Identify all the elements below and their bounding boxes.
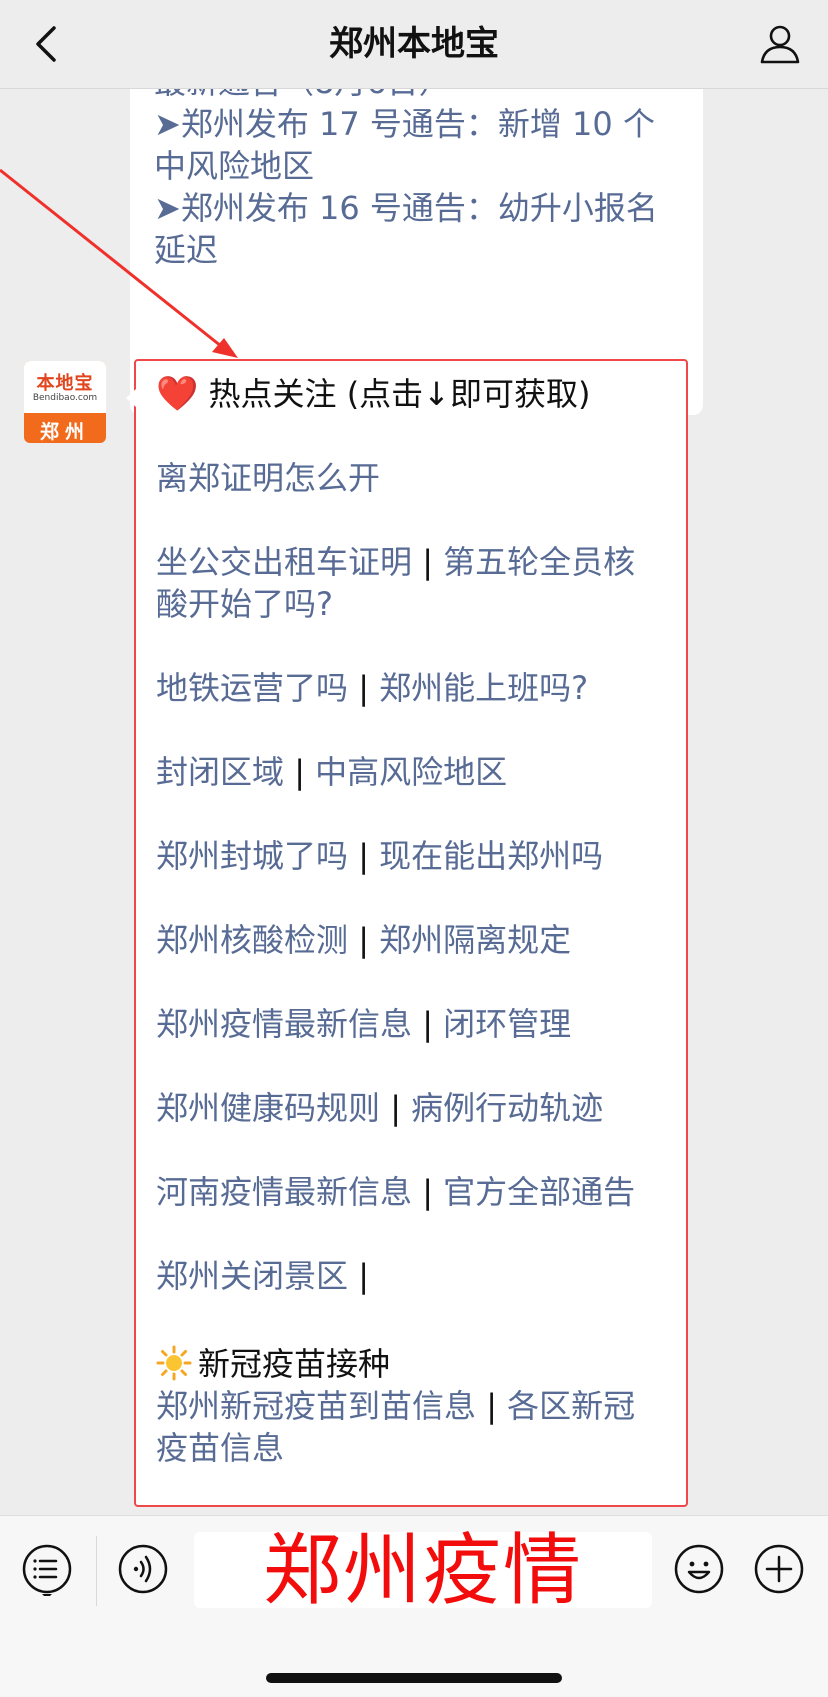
link[interactable]: 河南疫情最新信息 [156,1173,412,1211]
list-item: 郑州疫情最新信息 | 闭环管理 [156,1003,668,1045]
separator: | [348,1257,369,1295]
separator: | [476,1387,508,1425]
message-input[interactable]: 郑州疫情 [194,1526,652,1616]
avatar-domain: Bendibao.com [32,393,98,403]
list-item: 郑州健康码规则 | 病例行动轨迹 [156,1087,668,1129]
prev-line[interactable]: 最新通告（8月6日） [154,89,683,103]
home-indicator [266,1673,562,1683]
vaccine-heading-text: 新冠疫苗接种 [198,1345,391,1383]
link[interactable]: 病例行动轨迹 [411,1089,603,1127]
bottom-input-bar: 郑州疫情 [0,1515,828,1697]
menu-list-icon[interactable] [20,1542,74,1596]
link[interactable]: 郑州核酸检测 [156,921,348,959]
link[interactable]: 第五轮全员核 [443,543,635,581]
link[interactable]: 现在能出郑州吗 [379,837,603,875]
vaccine-heading: 新冠疫苗接种 [156,1339,668,1385]
list-item: 坐公交出租车证明 | 第五轮全员核 [156,541,668,583]
separator: | [284,753,316,791]
link[interactable]: 闭环管理 [443,1005,571,1043]
list-item: 郑州封城了吗 | 现在能出郑州吗 [156,835,668,877]
link[interactable]: 郑州关闭景区 [156,1257,348,1295]
link[interactable]: 坐公交出租车证明 [156,543,412,581]
heart-icon: ❤️ [156,374,199,414]
link[interactable]: 各区新冠 [507,1387,635,1425]
plus-icon[interactable] [752,1542,806,1596]
list-item: 封闭区域 | 中高风险地区 [156,751,668,793]
separator: | [412,1005,444,1043]
list-item: 离郑证明怎么开 [156,457,668,499]
separator: | [412,543,444,581]
hot-heading: ❤️ 热点关注 (点击↓即可获取) [156,373,668,415]
link[interactable]: 酸开始了吗? [156,585,333,623]
user-icon[interactable] [758,22,802,66]
link[interactable]: 疫苗信息 [156,1429,284,1467]
link[interactable]: 郑州隔离规定 [379,921,571,959]
avatar-brand: 本地宝 [36,373,94,394]
link[interactable]: 郑州能上班吗? [379,669,588,707]
separator: | [348,669,380,707]
page-title: 郑州本地宝 [329,24,499,64]
list-item: 郑州关闭景区 | [156,1255,668,1297]
link[interactable]: 官方全部通告 [443,1173,635,1211]
separator: | [380,1089,412,1127]
link[interactable]: 郑州健康码规则 [156,1089,380,1127]
link[interactable]: 地铁运营了吗 [156,669,348,707]
top-nav-bar: 郑州本地宝 [0,0,828,89]
separator: | [348,921,380,959]
list-item: 郑州新冠疫苗到苗信息 | 各区新冠 [156,1385,668,1427]
link[interactable]: 封闭区域 [156,753,284,791]
avatar-city: 郑州 [39,421,90,443]
emoji-icon[interactable] [672,1542,726,1596]
link[interactable]: 郑州封城了吗 [156,837,348,875]
link[interactable]: 郑州新冠疫苗到苗信息 [156,1387,476,1425]
voice-icon[interactable] [116,1542,170,1596]
prev-line[interactable]: ➤郑州发布 17 号通告：新增 10 个 [154,103,683,145]
link[interactable]: 离郑证明怎么开 [156,459,380,497]
list-item: 郑州核酸检测 | 郑州隔离规定 [156,919,668,961]
red-arrow-annotation [0,168,238,358]
separator: | [412,1173,444,1211]
hot-topics-bubble: ❤️ 热点关注 (点击↓即可获取) 离郑证明怎么开 坐公交出租车证明 | 第五轮… [126,359,688,1507]
list-item: 地铁运营了吗 | 郑州能上班吗? [156,667,668,709]
hot-heading-text: 热点关注 (点击↓即可获取) [208,375,591,413]
sun-icon [156,1345,192,1381]
avatar[interactable]: 本地宝 Bendibao.com 郑州 [24,361,106,443]
separator: | [348,837,380,875]
link[interactable]: 中高风险地区 [315,753,507,791]
message-input-value: 郑州疫情 [262,1526,583,1616]
link[interactable]: 郑州疫情最新信息 [156,1005,412,1043]
list-item: 河南疫情最新信息 | 官方全部通告 [156,1171,668,1213]
